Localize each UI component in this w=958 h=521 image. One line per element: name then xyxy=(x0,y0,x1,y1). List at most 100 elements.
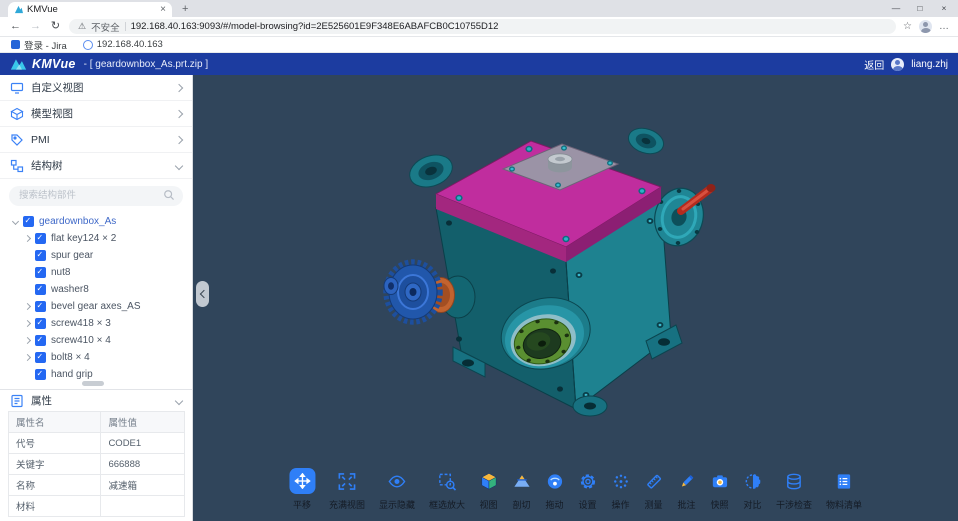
checkbox-checked[interactable] xyxy=(35,369,46,380)
toolbar-label: 平移 xyxy=(293,498,311,511)
toolbar-bom-button[interactable]: 物料清单 xyxy=(826,468,862,511)
properties-icon xyxy=(10,394,24,408)
structure-tree: geardownbox_As flat key124 × 2 spur gear… xyxy=(0,211,192,382)
structure-search-input[interactable] xyxy=(9,186,183,206)
kmvue-logo-icon xyxy=(10,58,27,71)
chevron-down-icon[interactable] xyxy=(12,217,19,224)
return-button[interactable]: 返回 xyxy=(864,57,884,72)
checkbox-checked[interactable] xyxy=(35,284,46,295)
3d-model-gearbox[interactable] xyxy=(361,99,743,421)
toolbar-interference-check-button[interactable]: 干涉检查 xyxy=(776,468,812,511)
checkbox-checked[interactable] xyxy=(35,250,46,261)
section-label: 结构树 xyxy=(31,158,169,173)
window-minimize-button[interactable]: — xyxy=(884,3,908,13)
toolbar-show-hide-button[interactable]: 显示隐藏 xyxy=(379,468,415,511)
header-right: 返回 liang.zhj xyxy=(864,57,948,72)
measure-ruler-icon xyxy=(644,468,663,494)
column-header: 属性值 xyxy=(101,412,185,433)
checkbox-checked[interactable] xyxy=(35,335,46,346)
tree-item[interactable]: bolt8 × 4 xyxy=(0,349,192,366)
checkbox-checked[interactable] xyxy=(35,352,46,363)
toolbar-drag-button[interactable]: 拖动 xyxy=(545,468,564,511)
tree-item[interactable]: hand grip xyxy=(0,366,192,382)
tree-item-label: bevel gear axes_AS xyxy=(51,301,141,312)
tree-item[interactable]: bevel gear axes_AS xyxy=(0,298,192,315)
bookmark-ip-address[interactable]: 192.168.40.163 xyxy=(83,39,163,50)
property-name: 材料 xyxy=(9,496,101,517)
toolbar-label: 物料清单 xyxy=(826,498,862,511)
tree-item-root[interactable]: geardownbox_As xyxy=(0,213,192,230)
sidebar-section-pmi[interactable]: PMI xyxy=(0,127,192,153)
search-icon xyxy=(163,189,175,201)
toolbar-measure-button[interactable]: 测量 xyxy=(644,468,663,511)
window-close-button[interactable]: × xyxy=(932,3,956,13)
new-tab-button[interactable]: + xyxy=(182,3,188,15)
chevron-right-icon[interactable] xyxy=(24,353,31,360)
tree-item[interactable]: screw410 × 4 xyxy=(0,332,192,349)
toolbar-box-zoom-button[interactable]: 框选放大 xyxy=(429,468,465,511)
chevron-left-icon xyxy=(199,290,207,298)
window-maximize-button[interactable]: □ xyxy=(908,3,932,13)
toolbar-snapshot-button[interactable]: 快照 xyxy=(710,468,729,511)
tab-close-button[interactable]: × xyxy=(160,4,166,15)
tree-item[interactable]: spur gear xyxy=(0,247,192,264)
checkbox-checked[interactable] xyxy=(23,216,34,227)
chevron-right-icon[interactable] xyxy=(24,319,31,326)
chevron-right-icon xyxy=(175,83,183,91)
table-row: 材料 xyxy=(9,496,185,517)
toolbar-pan-button[interactable]: 平移 xyxy=(289,468,315,511)
chevron-right-icon[interactable] xyxy=(24,302,31,309)
tree-item[interactable]: washer8 xyxy=(0,281,192,298)
view-cube-icon xyxy=(479,468,498,494)
property-value: CODE1 xyxy=(101,433,185,454)
property-name: 代号 xyxy=(9,433,101,454)
toolbar-view-button[interactable]: 视图 xyxy=(479,468,498,511)
show-hide-eye-icon xyxy=(387,468,406,494)
browser-profile-avatar-icon[interactable] xyxy=(919,20,932,33)
browser-menu-button[interactable]: … xyxy=(939,21,949,32)
username: liang.zhj xyxy=(911,59,948,70)
drag-icon xyxy=(545,468,564,494)
toolbar-annotate-button[interactable]: 批注 xyxy=(677,468,696,511)
tree-item[interactable]: screw418 × 3 xyxy=(0,315,192,332)
property-value: 666888 xyxy=(101,454,185,475)
toolbar-label: 剖切 xyxy=(512,498,530,511)
sidebar-section-model-views[interactable]: 模型视图 xyxy=(0,101,192,127)
tree-item-label: geardownbox_As xyxy=(39,216,116,227)
structure-tree-icon xyxy=(10,159,24,173)
browser-refresh-button[interactable]: ↻ xyxy=(49,21,62,32)
model-viewer-canvas[interactable]: 平移 充满视图 显示隐藏 xyxy=(193,75,958,521)
fit-view-icon xyxy=(337,468,356,494)
toolbar-section-button[interactable]: 剖切 xyxy=(512,468,531,511)
chevron-right-icon[interactable] xyxy=(24,336,31,343)
browser-back-button[interactable]: ← xyxy=(9,21,22,32)
main-area: 自定义视图 模型视图 PMI 结构 xyxy=(0,75,958,521)
user-avatar-icon xyxy=(891,58,904,71)
checkbox-checked[interactable] xyxy=(35,233,46,244)
toolbar-settings-button[interactable]: 设置 xyxy=(578,468,597,511)
toolbar-compare-button[interactable]: 对比 xyxy=(743,468,762,511)
scrollbar-thumb[interactable] xyxy=(82,381,104,386)
checkbox-checked[interactable] xyxy=(35,267,46,278)
url-text: 192.168.40.163:9093/#/model-browsing?id=… xyxy=(131,21,499,32)
browser-tab-bar: KMVue × + — □ × xyxy=(0,0,958,17)
sidebar-section-custom-views[interactable]: 自定义视图 xyxy=(0,75,192,101)
checkbox-checked[interactable] xyxy=(35,301,46,312)
tree-item[interactable]: nut8 xyxy=(0,264,192,281)
bookmark-label: 192.168.40.163 xyxy=(97,39,163,50)
properties-header[interactable]: 属性 xyxy=(0,390,192,411)
browser-tab[interactable]: KMVue × xyxy=(8,2,172,17)
favorite-star-icon[interactable]: ☆ xyxy=(903,21,912,32)
toolbar-operate-button[interactable]: 操作 xyxy=(611,468,630,511)
bookmark-jira[interactable]: 登录 - Jira xyxy=(11,38,67,52)
section-label: 模型视图 xyxy=(31,106,169,121)
checkbox-checked[interactable] xyxy=(35,318,46,329)
toolbar-fit-view-button[interactable]: 充满视图 xyxy=(329,468,365,511)
sidebar-collapse-handle[interactable] xyxy=(196,281,209,307)
chevron-right-icon[interactable] xyxy=(24,234,31,241)
table-row: 代号 CODE1 xyxy=(9,433,185,454)
url-field[interactable]: ⚠ 不安全 192.168.40.163:9093/#/model-browsi… xyxy=(69,19,896,34)
tree-item[interactable]: flat key124 × 2 xyxy=(0,230,192,247)
sidebar-section-structure-tree[interactable]: 结构树 xyxy=(0,153,192,179)
browser-forward-button[interactable]: → xyxy=(29,21,42,32)
